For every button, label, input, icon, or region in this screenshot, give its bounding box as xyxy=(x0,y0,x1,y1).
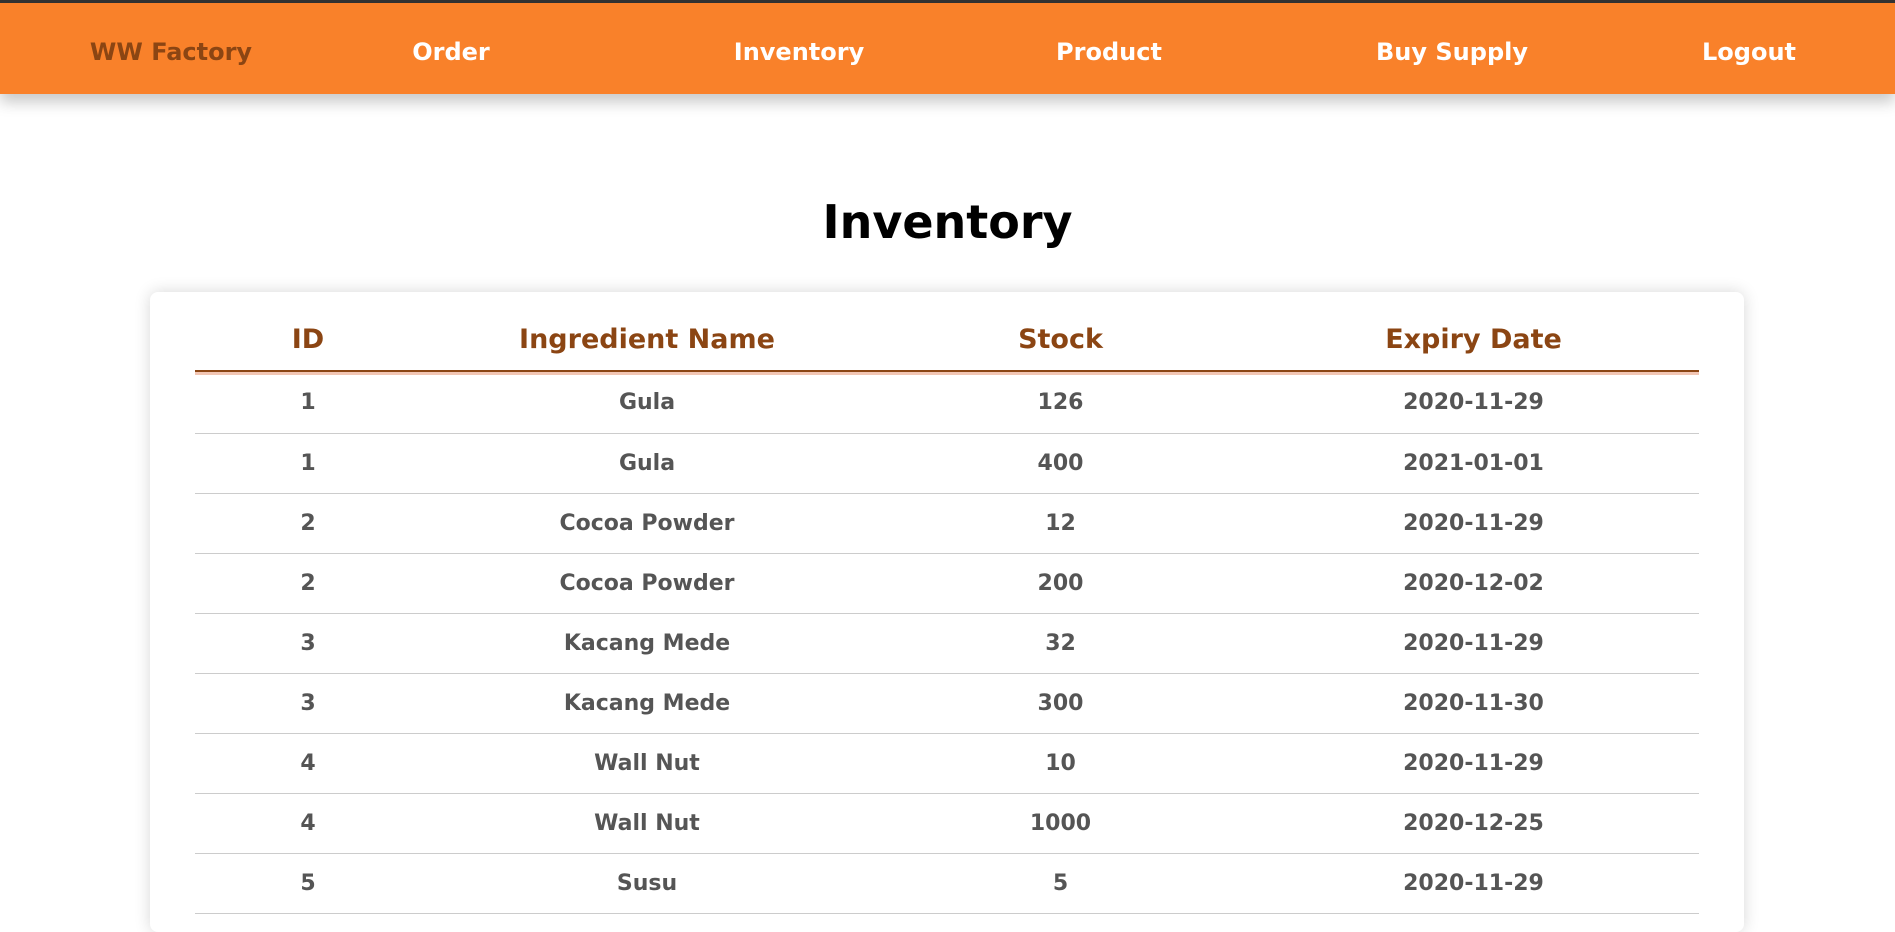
table-row: 2 Cocoa Powder 200 2020-12-02 xyxy=(195,553,1699,614)
cell-ingredient-name: Cocoa Powder xyxy=(421,553,873,614)
cell-ingredient-name: Susu xyxy=(421,853,873,914)
navbar: WW Factory Order Inventory Product Buy S… xyxy=(0,3,1895,94)
cell-ingredient-name: Wall Nut xyxy=(421,733,873,794)
cell-id: 2 xyxy=(195,493,421,554)
cell-ingredient-name: Gula xyxy=(421,433,873,494)
cell-ingredient-name: Wall Nut xyxy=(421,793,873,854)
cell-id: 3 xyxy=(195,673,421,734)
nav-inventory-link[interactable]: Inventory xyxy=(734,3,864,94)
table-header-row: ID Ingredient Name Stock Expiry Date xyxy=(195,308,1699,372)
cell-expiry-date: 2020-12-02 xyxy=(1248,553,1699,614)
table-row: 5 Susu 5 2020-11-29 xyxy=(195,853,1699,914)
cell-expiry-date: 2020-11-29 xyxy=(1248,371,1699,434)
table-row: 1 Gula 400 2021-01-01 xyxy=(195,433,1699,494)
nav-order-link[interactable]: Order xyxy=(412,3,490,94)
cell-ingredient-name: Gula xyxy=(421,371,873,434)
table-row: 4 Wall Nut 1000 2020-12-25 xyxy=(195,793,1699,854)
inventory-table: ID Ingredient Name Stock Expiry Date 1 G… xyxy=(195,308,1699,914)
table-row: 3 Kacang Mede 300 2020-11-30 xyxy=(195,673,1699,734)
table-row: 3 Kacang Mede 32 2020-11-29 xyxy=(195,613,1699,674)
cell-ingredient-name: Kacang Mede xyxy=(421,673,873,734)
cell-stock: 300 xyxy=(873,673,1248,734)
table-row: 1 Gula 126 2020-11-29 xyxy=(195,371,1699,434)
cell-expiry-date: 2020-12-25 xyxy=(1248,793,1699,854)
nav-product-link[interactable]: Product xyxy=(1056,3,1162,94)
column-header-expiry-date: Expiry Date xyxy=(1248,308,1699,372)
cell-stock: 12 xyxy=(873,493,1248,554)
nav-logout-link[interactable]: Logout xyxy=(1702,3,1796,94)
column-header-id: ID xyxy=(195,308,421,372)
cell-id: 1 xyxy=(195,433,421,494)
cell-expiry-date: 2020-11-30 xyxy=(1248,673,1699,734)
cell-expiry-date: 2021-01-01 xyxy=(1248,433,1699,494)
cell-stock: 1000 xyxy=(873,793,1248,854)
cell-expiry-date: 2020-11-29 xyxy=(1248,493,1699,554)
nav-buy-supply-link[interactable]: Buy Supply xyxy=(1376,3,1528,94)
cell-expiry-date: 2020-11-29 xyxy=(1248,613,1699,674)
cell-stock: 5 xyxy=(873,853,1248,914)
cell-expiry-date: 2020-11-29 xyxy=(1248,853,1699,914)
table-row: 2 Cocoa Powder 12 2020-11-29 xyxy=(195,493,1699,554)
cell-stock: 400 xyxy=(873,433,1248,494)
cell-id: 4 xyxy=(195,733,421,794)
cell-id: 5 xyxy=(195,853,421,914)
cell-id: 3 xyxy=(195,613,421,674)
page-title: Inventory xyxy=(822,195,1073,249)
cell-ingredient-name: Kacang Mede xyxy=(421,613,873,674)
column-header-stock: Stock xyxy=(873,308,1248,372)
cell-id: 2 xyxy=(195,553,421,614)
column-header-ingredient-name: Ingredient Name xyxy=(421,308,873,372)
cell-stock: 32 xyxy=(873,613,1248,674)
cell-ingredient-name: Cocoa Powder xyxy=(421,493,873,554)
cell-id: 4 xyxy=(195,793,421,854)
table-row: 4 Wall Nut 10 2020-11-29 xyxy=(195,733,1699,794)
cell-id: 1 xyxy=(195,371,421,434)
cell-expiry-date: 2020-11-29 xyxy=(1248,733,1699,794)
cell-stock: 126 xyxy=(873,371,1248,434)
cell-stock: 10 xyxy=(873,733,1248,794)
nav-brand-link[interactable]: WW Factory xyxy=(90,3,252,94)
cell-stock: 200 xyxy=(873,553,1248,614)
